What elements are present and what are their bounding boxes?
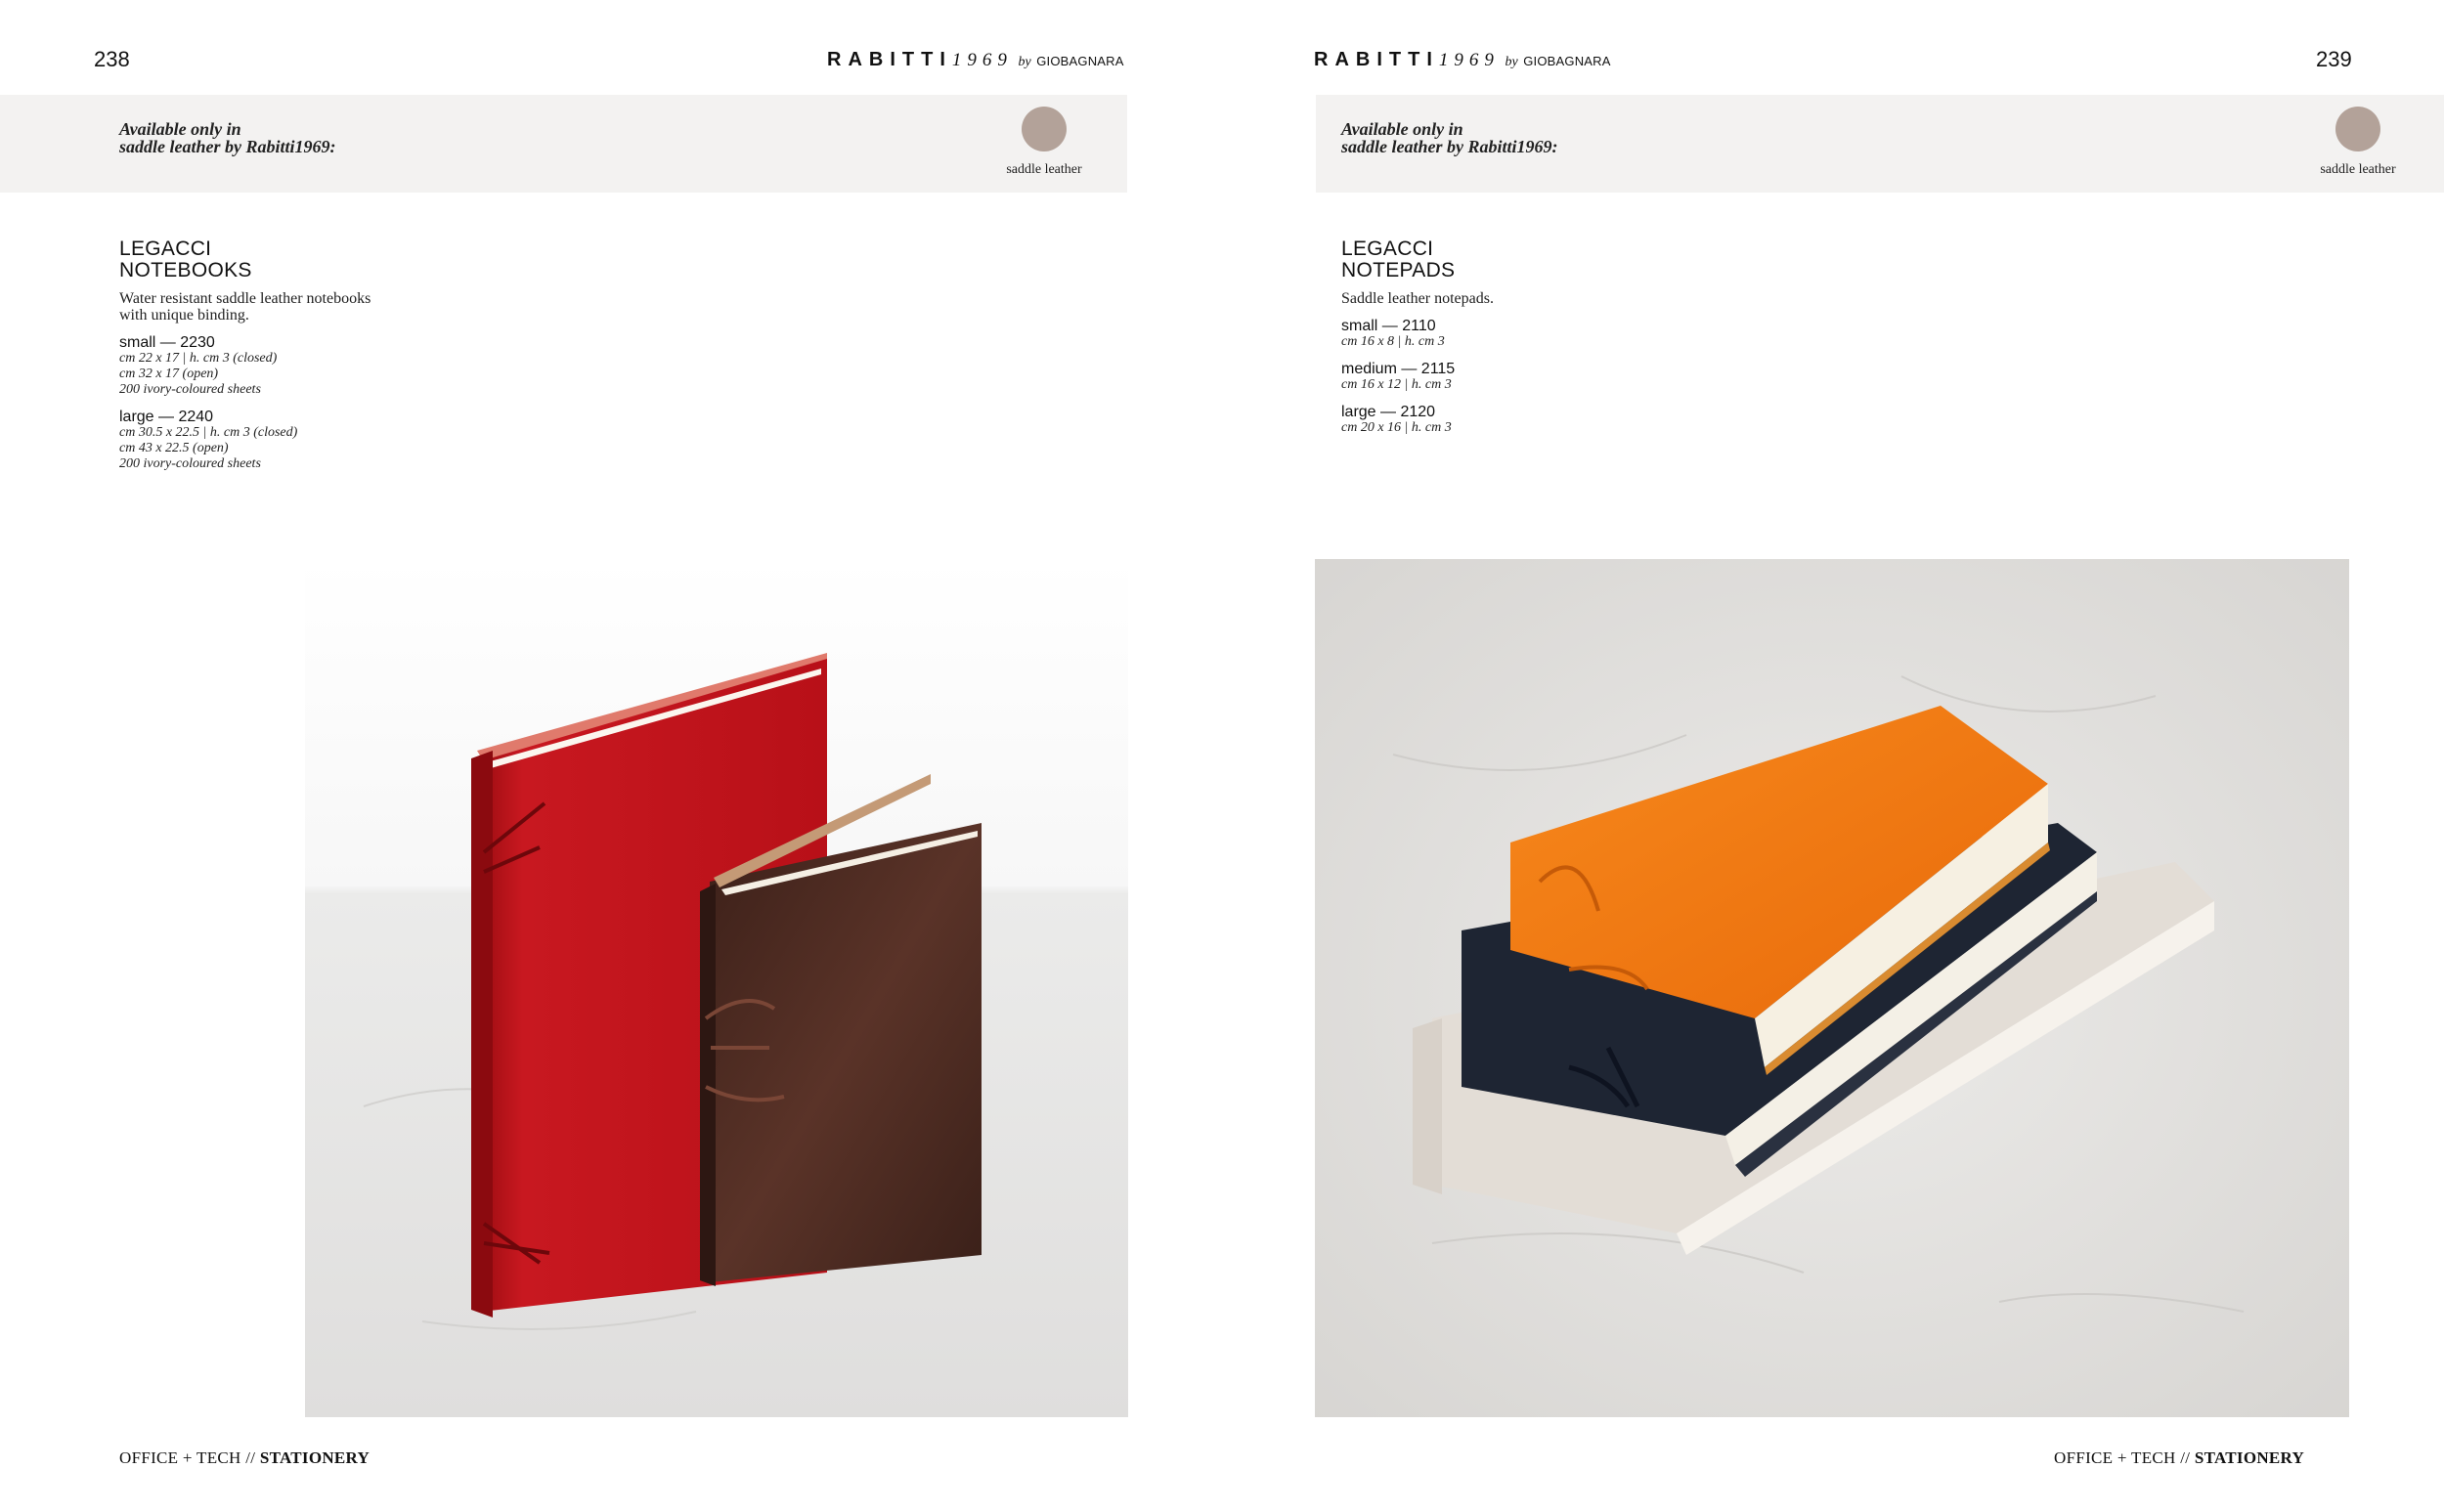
product-info: LEGACCI NOTEPADS Saddle leather notepads… (1341, 238, 1732, 436)
color-swatch: saddle leather (2299, 107, 2417, 178)
variant-spec: cm 16 x 12 | h. cm 3 (1341, 377, 1452, 392)
brand-name: RABITTI (827, 49, 952, 70)
product-title-line2: NOTEBOOKS (119, 259, 252, 281)
variant-large: large — 2120 cm 20 x 16 | h. cm 3 (1341, 404, 1732, 436)
availability-band: Available only in saddle leather by Rabi… (1316, 95, 2444, 193)
variant-name: large — 2240 (119, 409, 214, 425)
variant-spec: cm 16 x 8 | h. cm 3 (1341, 334, 1445, 349)
variant-small: small — 2110 cm 16 x 8 | h. cm 3 (1341, 318, 1732, 350)
swatch-label: saddle leather (1006, 162, 1082, 177)
product-title-line2: NOTEPADS (1341, 259, 1456, 281)
footer-separator: // (245, 1448, 256, 1467)
notebooks-photo (305, 559, 1128, 1417)
variant-spec: cm 20 x 16 | h. cm 3 (1341, 420, 1452, 435)
brand-maker: GIOBAGNARA (1036, 54, 1124, 68)
brand-maker: GIOBAGNARA (1523, 54, 1611, 68)
section-footer: OFFICE + TECH // STATIONERY (119, 1448, 370, 1468)
brand-by: by (1505, 55, 1518, 69)
variant-spec: 200 ivory-coloured sheets (119, 456, 261, 471)
variant-spec: cm 30.5 x 22.5 | h. cm 3 (closed) (119, 425, 298, 440)
footer-section: OFFICE + TECH (119, 1448, 241, 1467)
page-number: 239 (2316, 47, 2352, 71)
variant-name: medium — 2115 (1341, 361, 1456, 377)
variant-name: small — 2110 (1341, 318, 1436, 334)
variant-spec: 200 ivory-coloured sheets (119, 382, 261, 397)
brand-logo: RABITTI1969 by GIOBAGNARA (827, 49, 1124, 71)
product-title-line1: LEGACCI (119, 238, 212, 260)
brand-logo: RABITTI1969 by GIOBAGNARA (1314, 49, 1611, 71)
notebooks-illustration (305, 559, 1128, 1417)
color-swatch: saddle leather (985, 107, 1103, 178)
variant-spec: cm 22 x 17 | h. cm 3 (closed) (119, 351, 278, 366)
left-page: 238 RABITTI1969 by GIOBAGNARA Available … (0, 0, 1222, 1512)
footer-category: STATIONERY (2194, 1448, 2305, 1467)
footer-category: STATIONERY (259, 1448, 371, 1467)
page-number: 238 (94, 47, 130, 71)
swatch-circle (1022, 107, 1067, 151)
availability-band: Available only in saddle leather by Rabi… (0, 95, 1127, 193)
product-description: Water resistant saddle leather notebooks… (119, 290, 371, 324)
availability-note: Available only in saddle leather by Rabi… (119, 119, 336, 156)
swatch-circle (2335, 107, 2380, 151)
variant-spec: cm 32 x 17 (open) (119, 367, 219, 381)
swatch-label: saddle leather (2320, 162, 2396, 177)
brand-by: by (1018, 55, 1031, 69)
right-page: RABITTI1969 by GIOBAGNARA 239 Available … (1222, 0, 2444, 1512)
product-title-line1: LEGACCI (1341, 238, 1434, 260)
footer-section: OFFICE + TECH (2054, 1448, 2176, 1467)
product-info: LEGACCI NOTEBOOKS Water resistant saddle… (119, 238, 510, 472)
availability-note: Available only in saddle leather by Rabi… (1341, 119, 1558, 156)
variant-large: large — 2240 cm 30.5 x 22.5 | h. cm 3 (c… (119, 409, 510, 472)
variant-name: large — 2120 (1341, 404, 1436, 420)
notepads-photo (1315, 559, 2349, 1417)
variant-name: small — 2230 (119, 334, 215, 351)
variant-medium: medium — 2115 cm 16 x 12 | h. cm 3 (1341, 361, 1732, 393)
variant-small: small — 2230 cm 22 x 17 | h. cm 3 (close… (119, 334, 510, 398)
notepads-illustration (1315, 559, 2349, 1417)
brand-name: RABITTI (1314, 49, 1439, 70)
footer-separator: // (2180, 1448, 2191, 1467)
product-title: LEGACCI NOTEPADS (1341, 238, 1732, 281)
section-footer: OFFICE + TECH // STATIONERY (2054, 1448, 2304, 1468)
product-description: Saddle leather notepads. (1341, 290, 1494, 307)
brand-year: 1969 (1438, 50, 1500, 70)
variant-spec: cm 43 x 22.5 (open) (119, 441, 229, 455)
brand-year: 1969 (951, 50, 1013, 70)
product-title: LEGACCI NOTEBOOKS (119, 238, 510, 281)
